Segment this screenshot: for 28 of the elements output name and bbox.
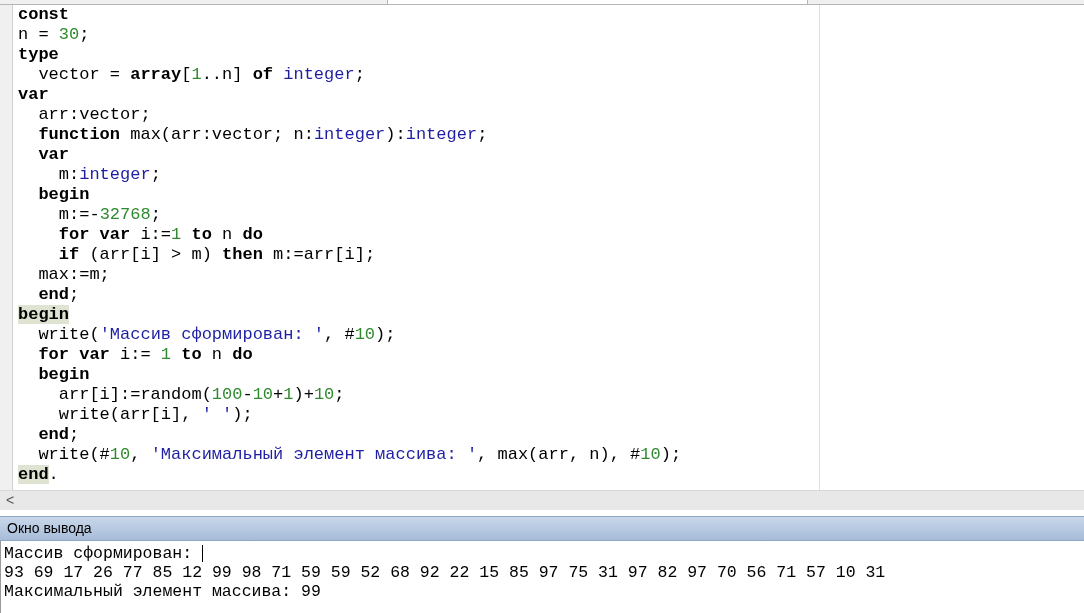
code-line: m:=-32768; [57, 205, 161, 225]
code-line: const [18, 5, 69, 25]
code-line: begin [37, 185, 90, 205]
code-line: begin [37, 365, 90, 385]
code-line: m:integer; [57, 165, 161, 185]
code-line: write('Массив сформирован: ', #10); [37, 325, 396, 345]
code-line: end; [37, 285, 80, 305]
code-line: n = 30; [18, 25, 90, 45]
code-line: function max(arr:vector; n:integer):integer; [37, 125, 488, 145]
output-line: 93 69 17 26 77 85 12 99 98 71 59 59 52 68 92 22 15 85 97 75 31 97 82 97 70 56 71 57 10 31 [4, 563, 886, 582]
scroll-left-button[interactable]: < [0, 490, 20, 511]
code-line: var [37, 145, 69, 165]
horizontal-scrollbar[interactable]: < [0, 490, 1084, 510]
output-line: Максимальный элемент массива: 99 [4, 582, 321, 601]
code-line: arr[i]:=random(100-10+1)+10; [57, 385, 345, 405]
code-line: if (arr[i] > m) then m:=arr[i]; [57, 245, 376, 265]
output-panel-title: Окно вывода [7, 519, 92, 538]
code-line: write(arr[i], ' '); [57, 405, 253, 425]
code-line: var [18, 85, 49, 105]
code-line: arr:vector; [37, 105, 151, 125]
code-line: vector = array[1..n] of integer; [37, 65, 365, 85]
code-line: for var i:= 1 to n do [37, 345, 253, 365]
code-line: end; [37, 425, 80, 445]
code-line: write(#10, 'Максимальный элемент массива: ', max(arr, n), #10); [37, 445, 682, 465]
code-line: max:=m; [37, 265, 110, 285]
output-line: Массив сформирован: [4, 544, 194, 563]
code-line: type [18, 45, 59, 65]
code-line: for var i:=1 to n do [57, 225, 263, 245]
